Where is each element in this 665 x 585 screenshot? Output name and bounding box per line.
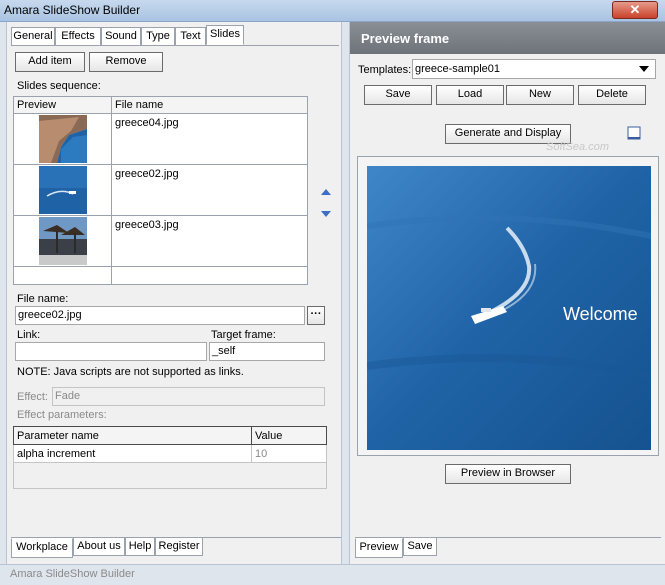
move-up-icon[interactable] [320, 187, 332, 197]
thumbnail-boat [38, 166, 87, 214]
note-text: NOTE: Java scripts are not supported as … [17, 366, 244, 378]
welcome-text: Welcome [563, 304, 638, 324]
window-title: Amara SlideShow Builder [4, 3, 141, 17]
effect-field[interactable]: Fade [52, 387, 325, 406]
file-name-cell: greece02.jpg [111, 164, 308, 216]
tab-general[interactable]: General [11, 27, 55, 45]
parameters-table: Parameter name Value alpha increment 10 [13, 426, 327, 489]
table-row[interactable]: greece04.jpg [13, 113, 308, 165]
tab-save[interactable]: Save [403, 538, 437, 556]
tab-line [11, 45, 339, 46]
close-button[interactable]: ✕ [612, 1, 658, 19]
target-frame-label: Target frame: [211, 329, 276, 341]
tab-register[interactable]: Register [155, 538, 203, 556]
parameter-value-cell[interactable]: 10 [251, 444, 327, 463]
preview-in-browser-button[interactable]: Preview in Browser [445, 464, 571, 484]
table-row[interactable]: greece02.jpg [13, 164, 308, 216]
effect-label: Effect: [17, 391, 48, 403]
tab-type[interactable]: Type [141, 27, 175, 45]
effect-parameters-label: Effect parameters: [17, 409, 107, 421]
close-icon: ✕ [629, 2, 641, 17]
tab-preview[interactable]: Preview [355, 538, 403, 558]
column-header-value[interactable]: Value [251, 426, 327, 445]
tab-about-us[interactable]: About us [73, 538, 125, 556]
watermark-text: SoftSea.com [546, 141, 609, 153]
title-bar: Amara SlideShow Builder ✕ [0, 0, 665, 22]
tab-effects[interactable]: Effects [55, 27, 101, 45]
load-template-button[interactable]: Load [436, 85, 504, 105]
panel-divider[interactable] [342, 22, 349, 564]
parameter-name-cell: alpha increment [13, 444, 252, 463]
preview-image: Welcome [367, 166, 651, 450]
chevron-down-icon [639, 66, 649, 72]
file-name-cell: greece03.jpg [111, 215, 308, 267]
thumbnail-cell [13, 164, 112, 216]
delete-template-button[interactable]: Delete [578, 85, 646, 105]
column-header-preview[interactable]: Preview [13, 96, 112, 114]
table-row-empty [13, 462, 327, 489]
tab-help[interactable]: Help [125, 538, 155, 556]
file-name-label: File name: [17, 293, 69, 305]
file-name-cell: greece04.jpg [111, 113, 308, 165]
link-field[interactable] [15, 342, 207, 361]
tab-workplace[interactable]: Workplace [11, 538, 73, 558]
file-name-field[interactable]: greece02.jpg [15, 306, 305, 325]
target-frame-field[interactable]: _self [209, 342, 325, 361]
save-template-button[interactable]: Save [364, 85, 432, 105]
right-panel: Preview frame Templates: greece-sample01… [349, 22, 665, 564]
link-label: Link: [17, 329, 41, 341]
remove-button[interactable]: Remove [89, 52, 163, 72]
new-template-button[interactable]: New [506, 85, 574, 105]
template-select[interactable]: greece-sample01 [412, 59, 656, 79]
tab-text[interactable]: Text [175, 27, 206, 45]
preview-frame: Welcome [357, 156, 659, 456]
table-row[interactable]: alpha increment 10 [13, 444, 327, 463]
thumbnail-umbrellas [38, 217, 87, 265]
tab-sound[interactable]: Sound [101, 27, 141, 45]
browse-button[interactable]: ··· [307, 306, 325, 325]
table-row-empty [13, 266, 308, 285]
status-text: Amara SlideShow Builder [10, 568, 135, 580]
column-header-parameter-name[interactable]: Parameter name [13, 426, 252, 445]
tab-slides[interactable]: Slides [206, 25, 244, 45]
template-select-value: greece-sample01 [415, 63, 500, 75]
thumbnail-coast [38, 115, 87, 163]
status-bar: Amara SlideShow Builder [0, 564, 665, 585]
move-down-icon[interactable] [320, 209, 332, 219]
thumbnail-cell [13, 113, 112, 165]
settings-tabs: General Effects Sound Type Text Slides [11, 25, 341, 45]
slides-table: Preview File name greece04.jpg greece02.… [13, 96, 308, 285]
table-row[interactable]: greece03.jpg [13, 215, 308, 267]
left-panel: General Effects Sound Type Text Slides A… [6, 22, 342, 564]
column-header-file-name[interactable]: File name [111, 96, 308, 114]
thumbnail-cell [13, 215, 112, 267]
templates-label: Templates: [358, 64, 412, 76]
slides-sequence-label: Slides sequence: [17, 80, 101, 92]
add-item-button[interactable]: Add item [15, 52, 85, 72]
window-icon[interactable] [627, 126, 641, 140]
preview-frame-header: Preview frame [350, 22, 665, 54]
